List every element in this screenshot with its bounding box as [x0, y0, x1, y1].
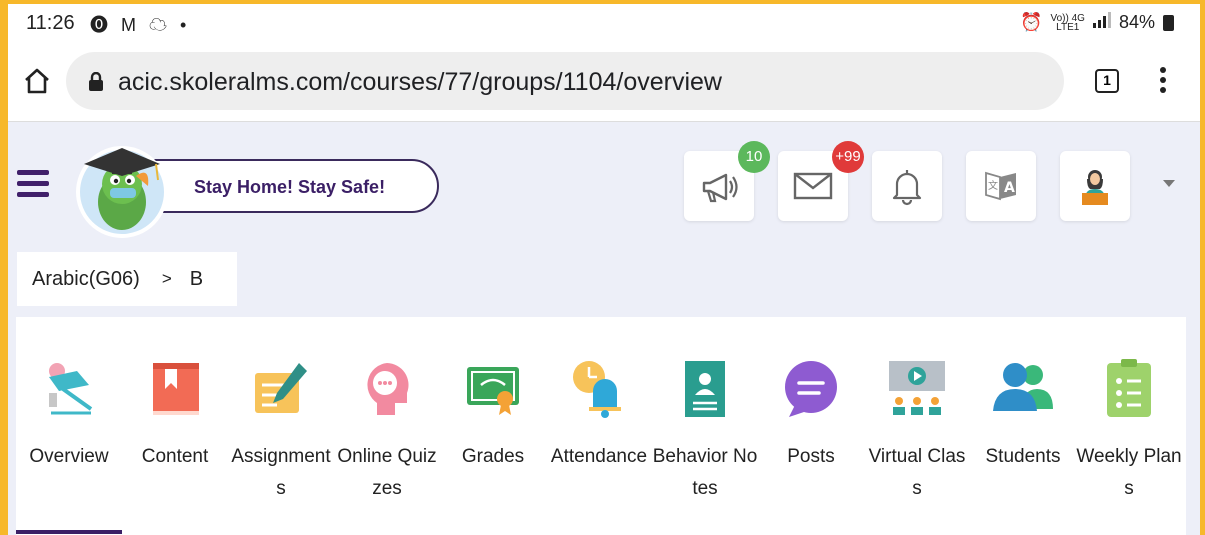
alarm-icon: ⏰ — [1020, 12, 1043, 32]
svg-text:A: A — [1004, 180, 1015, 196]
nav-content[interactable]: Content — [122, 317, 228, 535]
nav-attendance[interactable]: Attendance — [546, 317, 652, 535]
lock-icon — [89, 72, 103, 91]
tab-switcher-button[interactable]: 1 — [1095, 69, 1119, 93]
breadcrumb-separator: > — [161, 269, 172, 288]
mascot-logo-icon — [76, 146, 168, 238]
menu-dot — [1160, 67, 1166, 73]
network-icon: Vo)) 4G LTE1 — [1050, 12, 1085, 33]
nav-label: Weekly Plans — [1076, 446, 1182, 499]
language-button[interactable]: A 文 — [966, 151, 1036, 221]
hamburger-menu-button[interactable] — [17, 170, 49, 198]
students-icon — [993, 363, 1053, 411]
megaphone-icon — [702, 173, 738, 203]
url-text: acic.skoleralms.com/courses/77/groups/11… — [118, 68, 722, 96]
active-tab-indicator — [16, 530, 122, 534]
banner-text: Stay Home! Stay Safe! — [194, 177, 386, 197]
svg-text:文: 文 — [988, 179, 998, 192]
notifications-button[interactable] — [872, 151, 942, 221]
nav-label: Online Quizzes — [337, 446, 437, 499]
breadcrumb-group: B — [189, 267, 204, 290]
user-menu-caret-icon[interactable] — [1163, 180, 1175, 187]
home-icon — [25, 68, 49, 94]
envelope-icon — [793, 172, 833, 200]
status-time: 11:26 — [26, 12, 75, 34]
browser-menu-button[interactable] — [1156, 64, 1170, 98]
announcements-button[interactable]: 10 — [684, 141, 770, 221]
address-bar[interactable]: acic.skoleralms.com/courses/77/groups/11… — [66, 52, 1064, 110]
breadcrumb: Arabic(G06) > B — [17, 252, 237, 306]
nav-assignments[interactable]: Assignments — [228, 317, 334, 535]
video-class-icon — [889, 361, 945, 415]
bell-clock-icon — [573, 361, 621, 418]
messages-button[interactable]: +99 — [778, 141, 864, 221]
id-card-icon — [685, 361, 725, 417]
nav-label: Overview — [29, 446, 109, 467]
notification-icons: ⓿ M ☁ • — [90, 15, 191, 35]
signal-icon — [1092, 12, 1111, 33]
home-button[interactable] — [22, 66, 52, 96]
quiz-icon — [367, 363, 409, 415]
translate-icon: A 文 — [985, 171, 1016, 201]
certificate-icon — [467, 367, 519, 415]
battery-icon — [1163, 14, 1174, 31]
user-avatar-button[interactable] — [1060, 151, 1130, 221]
browser-toolbar: acic.skoleralms.com/courses/77/groups/11… — [8, 42, 1200, 122]
nav-label: Posts — [787, 446, 835, 467]
menu-dot — [1160, 77, 1166, 83]
nav-virtual-class[interactable]: Virtual Class — [864, 317, 970, 535]
phone-screen: 11:26 ⓿ M ☁ • ⏰ Vo)) 4G LTE1 84% acic.sk… — [8, 4, 1200, 535]
bell-icon — [892, 170, 922, 206]
chat-bubble-icon — [785, 361, 837, 417]
nav-label: Students — [985, 446, 1061, 467]
battery-level: 84% — [1118, 12, 1155, 32]
status-bar: 11:26 ⓿ M ☁ • ⏰ Vo)) 4G LTE1 84% — [8, 4, 1200, 42]
nav-overview[interactable]: Overview — [16, 317, 122, 535]
nav-label: Attendance — [550, 446, 648, 467]
nav-label: Behavior Notes — [652, 446, 758, 499]
nav-online-quizzes[interactable]: Online Quizzes — [334, 317, 440, 535]
stay-safe-banner: Stay Home! Stay Safe! — [128, 159, 439, 213]
menu-dot — [1160, 87, 1166, 93]
nav-label: Grades — [461, 446, 525, 467]
nav-students[interactable]: Students — [970, 317, 1076, 535]
nav-label: Assignments — [231, 446, 331, 499]
nav-label: Virtual Class — [868, 446, 966, 499]
avatar — [1082, 170, 1108, 205]
clipboard-icon — [1107, 359, 1151, 417]
breadcrumb-course[interactable]: Arabic(G06) — [32, 268, 140, 291]
assignment-icon — [255, 363, 307, 413]
nav-behavior-notes[interactable]: Behavior Notes — [652, 317, 758, 535]
nav-label: Content — [141, 446, 209, 467]
course-nav-panel: Overview Content Assignments Online Quiz… — [16, 317, 1186, 535]
overview-icon — [49, 363, 93, 415]
book-icon — [153, 363, 199, 415]
status-right: ⏰ Vo)) 4G LTE1 84% — [1020, 12, 1174, 33]
nav-posts[interactable]: Posts — [758, 317, 864, 535]
announcements-badge: 10 — [738, 141, 770, 173]
messages-badge: +99 — [832, 141, 864, 173]
nav-weekly-plans[interactable]: Weekly Plans — [1076, 317, 1182, 535]
nav-grades[interactable]: Grades — [440, 317, 546, 535]
